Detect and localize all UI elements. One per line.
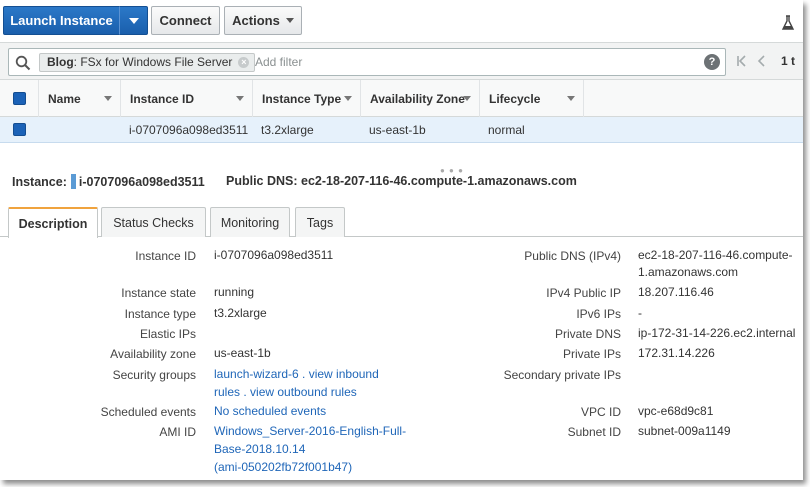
- value-ami-id-line1[interactable]: Windows_Server-2016-English-Full-: [214, 423, 406, 440]
- label-availability-zone: Availability zone: [110, 347, 196, 361]
- chevron-down-icon: [285, 18, 294, 23]
- instance-icon: [70, 174, 76, 189]
- value-instance-state: running: [214, 285, 255, 299]
- column-header-name[interactable]: Name: [38, 80, 120, 117]
- label-ipv4-public-ip: IPv4 Public IP: [546, 286, 621, 300]
- label-public-dns: Public DNS (IPv4): [524, 249, 621, 263]
- instance-summary-label: Instance:: [12, 175, 67, 189]
- value-public-dns-line1: ec2-18-207-116-46.compute-: [638, 248, 793, 262]
- public-dns-summary-label: Public DNS:: [226, 174, 298, 188]
- label-instance-type: Instance type: [124, 307, 196, 321]
- search-icon: [15, 55, 31, 71]
- tab-monitoring[interactable]: Monitoring: [210, 207, 290, 237]
- connect-label: Connect: [159, 13, 212, 28]
- label-secondary-private-ips: Secondary private IPs: [503, 368, 621, 382]
- label-instance-state: Instance state: [121, 286, 196, 300]
- column-label: Instance Type: [262, 91, 342, 106]
- sort-down-icon: [104, 96, 112, 101]
- filter-chip[interactable]: Blog: FSx for Windows File Server ×: [39, 53, 256, 72]
- tab-status-checks[interactable]: Status Checks: [101, 207, 206, 237]
- column-label: Instance ID: [130, 91, 195, 106]
- column-label: Lifecycle: [489, 91, 541, 106]
- instance-summary-id: i-0707096a098ed3511: [78, 175, 205, 189]
- select-all-checkbox[interactable]: [13, 92, 26, 105]
- value-ipv6-ips: -: [638, 306, 642, 320]
- view-outbound-rules-link[interactable]: view outbound rules: [250, 385, 357, 399]
- value-availability-zone: us-east-1b: [214, 346, 271, 360]
- launch-instance-button[interactable]: Launch Instance: [3, 6, 120, 35]
- value-subnet-id: subnet-009a1149: [638, 424, 731, 438]
- view-inbound-rules-link-cont[interactable]: rules: [214, 385, 240, 399]
- launch-dropdown-button[interactable]: [119, 6, 148, 35]
- value-instance-id: i-0707096a098ed3511: [214, 248, 334, 262]
- value-public-dns-line2: 1.amazonaws.com: [638, 265, 739, 279]
- value-vpc-id: vpc-e68d9c81: [638, 404, 714, 418]
- actions-label: Actions: [232, 13, 280, 28]
- close-icon[interactable]: ×: [238, 57, 250, 68]
- label-elastic-ips: Elastic IPs: [139, 327, 196, 341]
- label-private-ips: Private IPs: [562, 347, 621, 361]
- pagination-count: 1 t: [781, 54, 796, 68]
- label-subnet-id: Subnet ID: [567, 425, 621, 439]
- toolbar: Launch Instance Connect Actions: [0, 0, 803, 42]
- cell-lifecycle: normal: [488, 123, 525, 137]
- value-private-ips: 172.31.14.226: [638, 346, 715, 360]
- flask-icon[interactable]: [781, 15, 795, 31]
- value-instance-type: t3.2xlarge: [214, 306, 267, 320]
- column-header-instance-id[interactable]: Instance ID: [120, 80, 252, 117]
- value-security-groups: launch-wizard-6 . view inbound: [214, 367, 379, 381]
- table-row[interactable]: i-0707096a098ed3511 t3.2xlarge us-east-1…: [0, 117, 803, 143]
- public-dns-summary: Public DNS: ec2-18-207-116-46.compute-1.…: [226, 174, 577, 188]
- chevron-down-icon: [128, 17, 139, 24]
- table-empty-area: [0, 143, 803, 164]
- label-ipv6-ips: IPv6 IPs: [576, 307, 621, 321]
- detail-tabs: Description Status Checks Monitoring Tag…: [0, 207, 803, 238]
- filter-chip-value: : FSx for Windows File Server: [73, 55, 233, 69]
- cell-availability-zone: us-east-1b: [369, 123, 426, 137]
- value-security-groups-line2: rules . view outbound rules: [214, 385, 357, 399]
- search-input[interactable]: Blog: FSx for Windows File Server × Add …: [8, 48, 726, 76]
- sort-down-icon: [236, 96, 244, 101]
- sort-down-icon: [463, 96, 471, 101]
- connect-button[interactable]: Connect: [151, 6, 220, 35]
- value-ami-id-line2[interactable]: Base-2018.10.14: [214, 441, 305, 458]
- column-header-instance-type[interactable]: Instance Type: [252, 80, 360, 117]
- tab-description[interactable]: Description: [8, 207, 98, 238]
- filter-chip-key: Blog: [47, 55, 74, 69]
- column-label: Name: [48, 91, 81, 106]
- previous-page-icon[interactable]: [757, 54, 767, 68]
- first-page-icon[interactable]: [736, 54, 748, 68]
- label-instance-id: Instance ID: [135, 249, 196, 263]
- launch-instance-label: Launch Instance: [10, 13, 113, 28]
- actions-button[interactable]: Actions: [224, 6, 302, 35]
- tab-tags[interactable]: Tags: [295, 207, 345, 237]
- row-checkbox[interactable]: [13, 123, 26, 136]
- value-ipv4-public-ip: 18.207.116.46: [638, 285, 714, 299]
- instance-summary: Instance: i-0707096a098ed3511: [12, 174, 205, 189]
- value-scheduled-events[interactable]: No scheduled events: [214, 403, 326, 420]
- value-ami-id-line3[interactable]: (ami-050202fb72f001b47): [214, 459, 352, 476]
- add-filter-placeholder[interactable]: Add filter: [255, 55, 302, 69]
- sort-down-icon: [344, 96, 352, 101]
- column-label: Availability Zone: [370, 91, 465, 106]
- value-private-dns: ip-172-31-14-226.ec2.internal: [638, 326, 796, 340]
- public-dns-summary-value: ec2-18-207-116-46.compute-1.amazonaws.co…: [301, 174, 577, 188]
- label-private-dns: Private DNS: [554, 327, 621, 341]
- column-header-availability-zone[interactable]: Availability Zone: [360, 80, 479, 117]
- column-header-lifecycle[interactable]: Lifecycle: [479, 80, 584, 117]
- cell-instance-id: i-0707096a098ed3511: [129, 123, 249, 137]
- label-vpc-id: VPC ID: [580, 405, 621, 419]
- help-icon[interactable]: ?: [704, 54, 720, 70]
- label-ami-id: AMI ID: [159, 425, 196, 439]
- label-security-groups: Security groups: [112, 368, 196, 382]
- view-inbound-rules-link[interactable]: view inbound: [309, 367, 379, 381]
- label-scheduled-events: Scheduled events: [100, 405, 196, 419]
- table-header: Name Instance ID Instance Type Availabil…: [0, 80, 803, 117]
- ec2-console-window: Launch Instance Connect Actions Blog: FS…: [0, 0, 803, 480]
- sort-down-icon: [567, 96, 575, 101]
- filter-bar: Blog: FSx for Windows File Server × Add …: [0, 42, 803, 80]
- cell-instance-type: t3.2xlarge: [261, 123, 314, 137]
- security-group-link[interactable]: launch-wizard-6: [214, 367, 299, 381]
